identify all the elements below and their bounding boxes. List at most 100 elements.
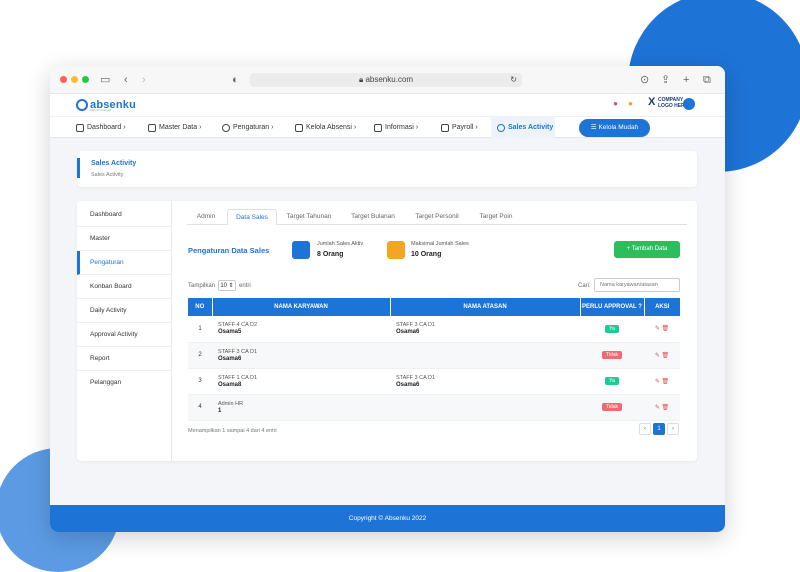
edit-icon[interactable]: ✎	[655, 379, 660, 385]
employee-name: Osama5	[218, 329, 242, 336]
sidebar-item-pengaturan[interactable]: Pengaturan	[77, 251, 172, 275]
table-info: Menampilkan 1 sampai 4 dari 4 entri	[188, 428, 277, 434]
kelola-mudah-button[interactable]: ☰ Kelola Mudah	[579, 119, 650, 137]
shield-icon[interactable]: ◐	[232, 73, 239, 87]
nav-informasi[interactable]: Informasi ›	[374, 117, 418, 139]
approval-cell: Ya	[580, 368, 644, 395]
dashboard-icon	[76, 124, 84, 132]
back-icon[interactable]: ‹	[124, 73, 128, 87]
users-icon	[292, 241, 310, 259]
nav-master-data[interactable]: Master Data ›	[148, 117, 201, 139]
page-length-control: Tampilkan 10 ⇕ entri	[188, 280, 251, 291]
address-bar[interactable]: 🔒︎ absenku.com ↻	[250, 73, 522, 87]
delete-icon[interactable]: 🗑︎	[662, 405, 670, 411]
edit-icon[interactable]: ✎	[655, 353, 660, 359]
nav-kelola-absensi[interactable]: Kelola Absensi ›	[295, 117, 356, 139]
entries-label: entri	[239, 282, 251, 289]
tab-admin[interactable]: Admin	[187, 209, 225, 225]
close-window-button[interactable]	[60, 76, 67, 83]
chevron-right-icon: ›	[123, 124, 126, 131]
row-no: 2	[188, 342, 212, 369]
employee-position: STAFF 4 CA D2	[218, 322, 258, 329]
alert-bell-icon[interactable]: ●	[625, 98, 636, 109]
sidebar-item-master[interactable]: Master	[77, 227, 172, 251]
share-icon[interactable]: ⇪	[661, 73, 670, 87]
nav-label: Kelola Absensi	[306, 124, 352, 131]
row-no: 4	[188, 394, 212, 421]
stat-max-sales-value: 10 Orang	[411, 251, 442, 258]
section-title: Pengaturan Data Sales	[188, 246, 270, 255]
employee-name: 1	[218, 407, 222, 414]
forward-icon[interactable]: ›	[142, 73, 146, 87]
reload-icon[interactable]: ↻	[510, 73, 517, 87]
add-data-button[interactable]: + Tambah Data	[614, 241, 680, 258]
col-nama-atasan[interactable]: NAMA ATASAN	[390, 298, 581, 316]
sidebar-item-dashboard[interactable]: Dashboard	[77, 203, 172, 227]
tab-target-personil[interactable]: Target Personil	[407, 209, 467, 225]
sidebar-item-pelanggan[interactable]: Pelanggan	[77, 371, 172, 395]
chevron-right-icon: ›	[271, 124, 274, 131]
tabs-overview-icon[interactable]: ⧉	[703, 73, 711, 87]
tab-target-poin[interactable]: Target Poin	[471, 209, 521, 225]
box-icon	[148, 124, 156, 132]
sidebar-item-daily-activity[interactable]: Daily Activity	[77, 299, 172, 323]
employee-position: Admin HR	[218, 400, 244, 407]
minimize-window-button[interactable]	[71, 76, 78, 83]
user-avatar[interactable]	[683, 98, 695, 110]
next-page-button[interactable]: ›	[667, 423, 679, 435]
page-title: Sales Activity	[91, 160, 137, 167]
page-length-select[interactable]: 10 ⇕	[218, 280, 237, 291]
show-label: Tampilkan	[188, 282, 216, 289]
nav-label: Pengaturan	[233, 124, 270, 131]
employee-name: Osama6	[218, 355, 242, 362]
tab-target-tahunan[interactable]: Target Tahunan	[279, 209, 339, 225]
delete-icon[interactable]: 🗑︎	[662, 326, 670, 332]
nav-sales-activity[interactable]: Sales Activity	[491, 117, 555, 139]
download-icon[interactable]: ⊙	[640, 73, 649, 87]
status-badge: Ya	[605, 324, 619, 333]
logo-mark-icon	[76, 99, 88, 111]
row-no: 3	[188, 368, 212, 395]
nav-pengaturan[interactable]: Pengaturan ›	[222, 117, 274, 139]
employee-name: Osama8	[218, 381, 242, 388]
chevron-right-icon: ›	[415, 124, 419, 131]
sidebar-item-report[interactable]: Report	[77, 347, 172, 371]
row-no: 1	[188, 316, 212, 343]
edit-icon[interactable]: ✎	[655, 326, 660, 332]
megaphone-icon	[374, 124, 382, 132]
company-logo-icon: X	[648, 96, 656, 108]
chevron-right-icon: ›	[353, 124, 357, 131]
tab-data-sales[interactable]: Data Sales	[227, 209, 277, 225]
sidebar-item-approval-activity[interactable]: Approval Activity	[77, 323, 172, 347]
maximize-window-button[interactable]	[82, 76, 89, 83]
pagination: ‹ 1 ›	[639, 423, 679, 435]
delete-icon[interactable]: 🗑︎	[662, 379, 670, 385]
page-1-button[interactable]: 1	[653, 423, 665, 435]
nav-label: Informasi	[385, 124, 414, 131]
sliders-icon: ☰	[590, 124, 597, 131]
col-no[interactable]: NO	[188, 298, 213, 316]
notification-bell-icon[interactable]: ●	[610, 98, 621, 109]
nav-payroll[interactable]: Payroll ›	[441, 117, 478, 139]
actions-cell: ✎ 🗑︎	[644, 368, 680, 395]
app-header: absenku Part of Omosoft ● ● X COMPANY LO…	[50, 94, 725, 116]
footer: Copyright © Absenku 2022	[50, 505, 725, 532]
nav-dashboard[interactable]: Dashboard ›	[76, 117, 126, 139]
accent-bar	[77, 158, 80, 178]
sidebar-item-konban-board[interactable]: Konban Board	[77, 275, 172, 299]
col-perlu-approval[interactable]: PERLU APPROVAL ?	[580, 298, 645, 316]
delete-icon[interactable]: 🗑︎	[662, 353, 670, 359]
edit-icon[interactable]: ✎	[655, 405, 660, 411]
employee-cell: Admin HR 1	[212, 394, 390, 421]
supervisor-cell	[390, 342, 580, 369]
nav-label: Sales Activity	[508, 124, 554, 131]
table-row: 4 Admin HR 1 Tidak ✎ 🗑︎	[188, 394, 680, 421]
search-input[interactable]	[594, 278, 680, 292]
new-tab-icon[interactable]: +	[683, 73, 689, 87]
col-aksi[interactable]: AKSI	[644, 298, 680, 316]
prev-page-button[interactable]: ‹	[639, 423, 651, 435]
sidebar-toggle-icon[interactable]: ▭	[100, 73, 110, 87]
col-nama-karyawan[interactable]: NAMA KARYAWAN	[212, 298, 391, 316]
tab-target-bulanan[interactable]: Target Bulanan	[343, 209, 403, 225]
approval-cell: Tidak	[580, 342, 644, 369]
